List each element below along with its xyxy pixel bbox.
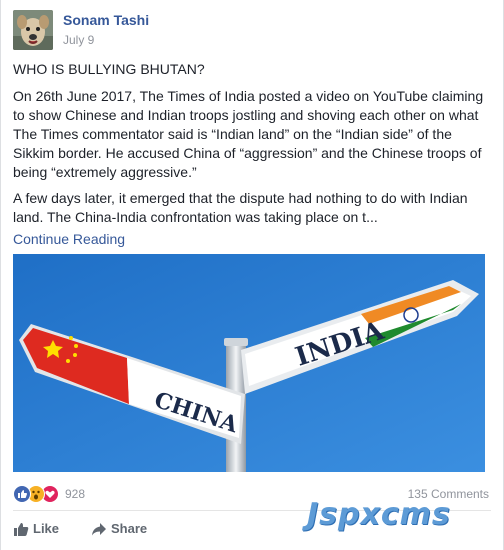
like-label: Like <box>33 521 60 536</box>
reaction-count[interactable]: 928 <box>65 487 85 501</box>
post-image[interactable]: INDIA CHINA <box>13 254 485 472</box>
dog-avatar-image <box>13 10 53 50</box>
thumbs-up-icon <box>14 523 29 536</box>
share-button[interactable]: Share <box>91 520 161 538</box>
facebook-post: Sonam Tashi July 9 WHO IS BULLYING BHUTA… <box>0 0 504 550</box>
continue-reading-link[interactable]: Continue Reading <box>13 230 491 249</box>
signpost-image: INDIA CHINA <box>13 254 485 472</box>
post-paragraph-2: A few days later, it emerged that the di… <box>13 190 468 225</box>
post-paragraph-1: On 26th June 2017, The Times of India po… <box>13 88 484 180</box>
author-avatar[interactable] <box>13 10 53 50</box>
post-header: Sonam Tashi July 9 <box>13 8 493 52</box>
like-button[interactable]: Like <box>13 520 73 538</box>
author-name[interactable]: Sonam Tashi <box>63 12 149 28</box>
post-date[interactable]: July 9 <box>63 33 94 47</box>
post-body: WHO IS BULLYING BHUTAN? On 26th June 201… <box>13 60 491 249</box>
post-headline: WHO IS BULLYING BHUTAN? <box>13 61 205 77</box>
watermark-logo: Jspxcms <box>307 497 451 532</box>
share-label: Share <box>111 521 148 536</box>
share-arrow-icon <box>92 523 106 536</box>
like-icon <box>13 485 31 503</box>
